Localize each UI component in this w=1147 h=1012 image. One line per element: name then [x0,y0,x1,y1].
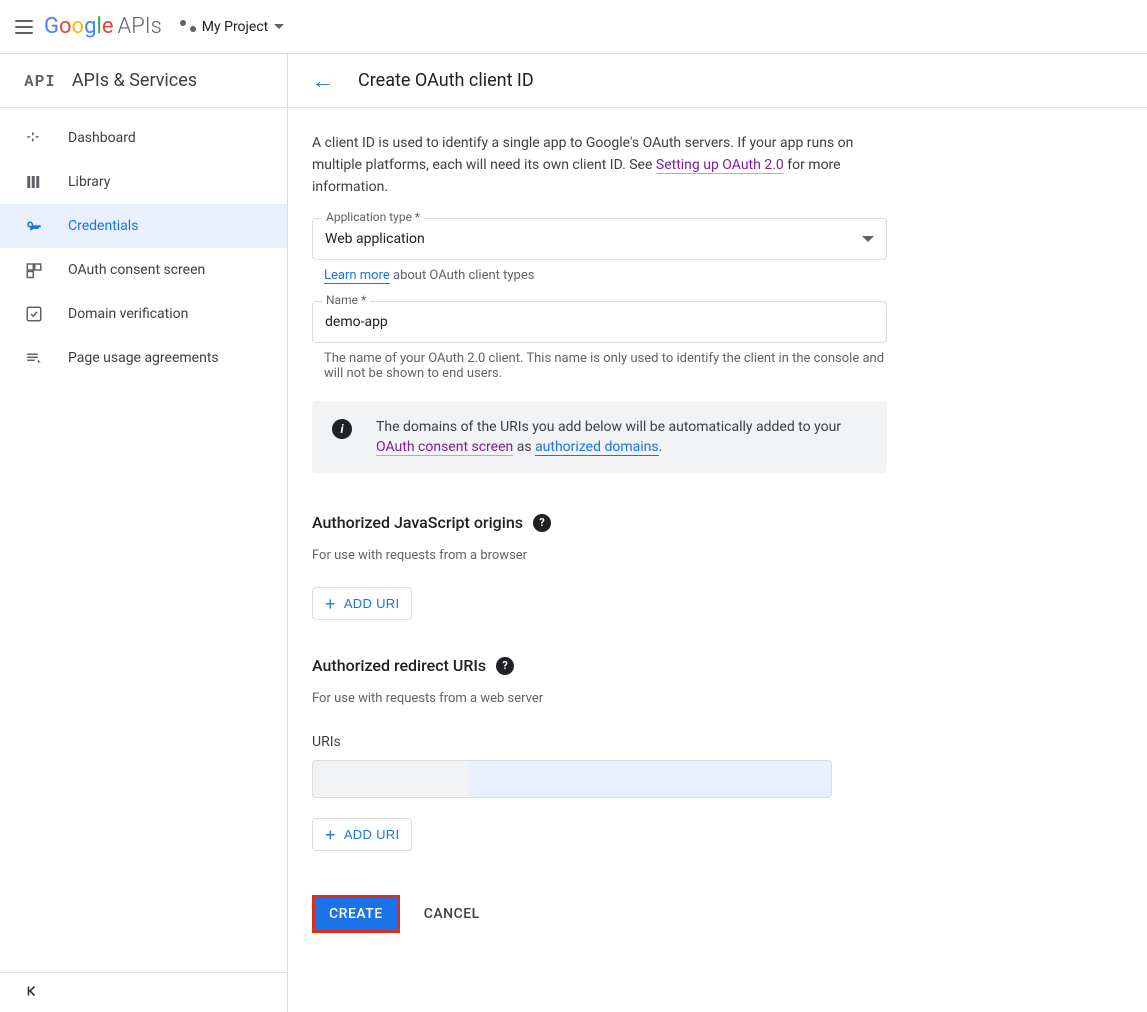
redirect-sub: For use with requests from a web server [312,691,904,706]
js-origins-title: Authorized JavaScript origins [312,513,523,532]
back-arrow-icon[interactable]: ← [312,68,334,94]
sidebar-item-credentials[interactable]: Credentials [0,204,287,248]
dashboard-icon [24,128,44,148]
project-icon [180,19,196,35]
plus-icon: + [325,597,336,611]
application-type-select[interactable]: Web application [312,218,887,260]
nav-label: Dashboard [68,130,136,146]
collapse-icon [24,982,42,1004]
sidebar: API APIs & Services Dashboard Library Cr… [0,54,288,1012]
content-header: ← Create OAuth client ID [288,54,1147,108]
api-logo: API [24,70,56,91]
add-uri-button-redirect[interactable]: + ADD URI [312,818,412,851]
oauth-consent-link[interactable]: OAuth consent screen [376,439,513,456]
name-hint: The name of your OAuth 2.0 client. This … [324,351,904,381]
page-title: Create OAuth client ID [358,70,534,91]
hamburger-menu-icon[interactable] [12,15,36,39]
description: A client ID is used to identify a single… [312,132,904,198]
app-type-value: Web application [325,231,425,247]
project-name: My Project [202,19,268,35]
key-icon [24,216,44,236]
verified-icon [24,304,44,324]
authorized-domains-link[interactable]: authorized domains [535,439,659,456]
sidebar-item-page-usage[interactable]: Page usage agreements [0,336,287,380]
nav-label: Domain verification [68,306,188,322]
sidebar-item-oauth-consent[interactable]: OAuth consent screen [0,248,287,292]
create-button[interactable]: CREATE [312,895,400,933]
plus-icon: + [325,828,336,842]
chevron-down-icon [274,24,284,29]
cancel-button[interactable]: CANCEL [424,906,480,922]
info-banner: i The domains of the URIs you add below … [312,401,887,473]
agreements-icon [24,348,44,368]
hint-text: about OAuth client types [390,268,535,283]
nav-label: Page usage agreements [68,350,219,366]
help-icon[interactable]: ? [533,514,551,532]
info-icon: i [332,419,352,439]
top-bar: Google APIs My Project [0,0,1147,54]
nav-label: OAuth consent screen [68,262,205,278]
consent-screen-icon [24,260,44,280]
google-apis-logo[interactable]: Google APIs [44,14,162,39]
nav-label: Credentials [68,218,138,234]
nav-label: Library [68,174,110,190]
js-origins-sub: For use with requests from a browser [312,548,904,563]
js-origins-header: Authorized JavaScript origins ? [312,513,904,532]
redirect-title: Authorized redirect URIs [312,656,486,675]
learn-more-link[interactable]: Learn more [324,268,390,284]
sidebar-item-library[interactable]: Library [0,160,287,204]
sidebar-title: APIs & Services [72,70,197,91]
redirect-header: Authorized redirect URIs ? [312,656,904,675]
sidebar-collapse[interactable] [0,972,287,1012]
chevron-down-icon [862,236,874,242]
project-selector[interactable]: My Project [180,19,284,35]
help-icon[interactable]: ? [496,657,514,675]
library-icon [24,172,44,192]
name-input[interactable]: demo-app [312,301,887,343]
add-uri-button-origins[interactable]: + ADD URI [312,587,412,620]
name-label: Name * [322,293,370,307]
sidebar-item-dashboard[interactable]: Dashboard [0,116,287,160]
uris-label: URIs [312,734,904,750]
main-content: ← Create OAuth client ID A client ID is … [288,54,1147,1012]
sidebar-item-domain-verification[interactable]: Domain verification [0,292,287,336]
sidebar-header: API APIs & Services [0,54,287,108]
setup-oauth-link[interactable]: Setting up OAuth 2.0 [656,157,784,174]
uri-input[interactable] [312,760,832,798]
app-type-label: Application type * [322,210,424,224]
